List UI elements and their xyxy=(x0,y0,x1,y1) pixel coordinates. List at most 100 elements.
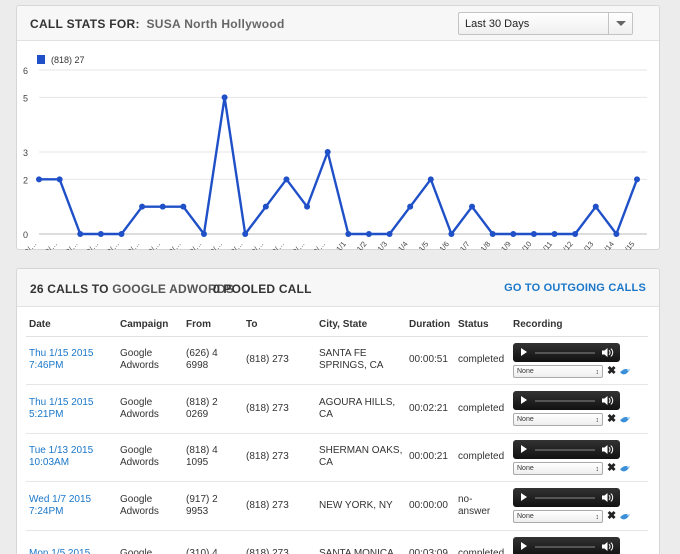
x-tick-label: 12/… xyxy=(123,240,141,250)
call-date-text: Thu 1/15 2015 xyxy=(29,396,94,408)
audio-player[interactable] xyxy=(513,342,620,362)
delete-icon[interactable]: ✖ xyxy=(607,414,616,425)
call-recording: None ↕ ✖ xyxy=(510,481,648,531)
pooled-count: 0 POOLED CALL xyxy=(213,282,312,296)
table-row: Thu 1/15 2015 7:46PM Google Adwords (626) … xyxy=(26,336,648,385)
call-date-link[interactable]: Mon 1/5 2015 xyxy=(29,548,117,554)
data-point xyxy=(510,231,517,237)
delete-icon[interactable]: ✖ xyxy=(607,462,616,474)
data-point xyxy=(407,203,414,210)
call-date-link[interactable]: Thu 1/15 2015 5:21PM xyxy=(29,397,117,421)
call-to: (818) 273 xyxy=(243,481,316,531)
data-point xyxy=(283,176,290,183)
play-icon[interactable] xyxy=(521,347,527,356)
call-recording: None ↕ ✖ xyxy=(510,336,648,385)
progress-bar[interactable] xyxy=(535,545,595,548)
play-icon[interactable] xyxy=(521,493,527,502)
call-date-link[interactable]: Tue 1/13 2015 10:03AM xyxy=(29,445,117,469)
call-status-text: completed xyxy=(458,402,505,414)
data-point xyxy=(592,203,599,210)
delete-icon[interactable]: ✖ xyxy=(607,365,616,377)
volume-icon[interactable] xyxy=(602,347,614,358)
play-icon[interactable] xyxy=(521,444,527,453)
progress-bar[interactable] xyxy=(535,448,595,451)
call-tag-select[interactable]: None ↕ xyxy=(513,364,603,378)
play-icon[interactable] xyxy=(521,396,527,405)
call-date-link[interactable]: Wed 1/7 2015 7:24PM xyxy=(29,494,117,518)
call-recording-text: None xyxy=(517,367,534,375)
call-city-text: SHERMAN OAKS, xyxy=(319,445,403,457)
data-point xyxy=(469,203,476,210)
data-point xyxy=(489,231,496,237)
bird-icon[interactable] xyxy=(619,511,631,522)
calls-count: 26 CALLS TO GOOGLE ADWORDS xyxy=(30,282,234,296)
progress-bar[interactable] xyxy=(535,400,595,403)
bird-icon[interactable] xyxy=(619,366,631,377)
call-recording-text: None xyxy=(517,513,534,521)
call-stats-panel: CALL STATS FOR: SUSA North Hollywood Las… xyxy=(16,5,660,250)
call-from: (818) 2 0269 xyxy=(183,384,243,434)
call-recording: None ↕ ✖ xyxy=(510,433,648,482)
call-duration: 00:00:21 xyxy=(406,433,455,482)
call-to: (818) 273 xyxy=(243,433,316,482)
call-date-text: 5:21PM xyxy=(29,408,64,420)
x-tick-label: 12/… xyxy=(268,240,286,250)
data-point xyxy=(221,94,228,101)
call-campaign-text: Google xyxy=(120,493,153,505)
volume-icon[interactable] xyxy=(602,492,614,503)
call-duration-text: 00:00:51 xyxy=(409,354,448,366)
data-point xyxy=(36,176,42,183)
data-point xyxy=(345,231,352,237)
data-point xyxy=(77,231,84,237)
x-tick-label: 1/5 xyxy=(417,240,431,250)
data-point xyxy=(200,231,207,237)
data-point xyxy=(97,231,104,237)
column-header: To xyxy=(243,314,316,337)
call-tag-select[interactable]: None ↕ xyxy=(513,461,603,475)
call-city-text: SANTA MONICA, xyxy=(319,548,397,554)
x-tick-label: 1/11 xyxy=(538,240,554,250)
play-icon[interactable] xyxy=(521,541,527,550)
call-status-text: no- xyxy=(458,493,473,505)
call-date: Thu 1/15 2015 5:21PM xyxy=(26,384,117,434)
call-from-text: (818) 2 xyxy=(186,396,218,408)
audio-player[interactable] xyxy=(513,439,620,459)
audio-player[interactable] xyxy=(513,391,620,411)
call-to-text: (818) 273 xyxy=(246,451,289,463)
call-to-text: (818) 273 xyxy=(246,354,289,366)
bird-icon[interactable] xyxy=(619,463,631,474)
x-tick-label: 12/… xyxy=(20,240,38,250)
call-from-text: (818) 4 xyxy=(186,445,218,457)
y-tick-label: 2 xyxy=(23,175,28,185)
data-point xyxy=(613,231,620,237)
volume-icon[interactable] xyxy=(602,541,614,552)
call-date-link[interactable]: Thu 1/15 2015 7:46PM xyxy=(29,348,117,372)
call-from-text: 0269 xyxy=(186,408,209,420)
call-tag-select[interactable]: None ↕ xyxy=(513,510,603,524)
call-from: (626) 4 6998 xyxy=(183,336,243,385)
progress-bar[interactable] xyxy=(535,497,595,500)
volume-icon[interactable] xyxy=(602,395,614,406)
x-tick-label: 1/12 xyxy=(558,240,574,250)
outgoing-calls-link[interactable]: GO TO OUTGOING CALLS xyxy=(504,282,646,294)
call-campaign-text: Google xyxy=(120,548,153,554)
call-from: (818) 4 1095 xyxy=(183,433,243,482)
call-campaign-text: Adwords xyxy=(120,457,159,469)
data-point xyxy=(572,231,579,237)
bird-icon[interactable] xyxy=(619,414,631,425)
data-point xyxy=(448,231,455,237)
audio-player[interactable] xyxy=(513,488,620,508)
audio-player[interactable] xyxy=(513,536,620,554)
progress-bar[interactable] xyxy=(535,351,595,354)
x-tick-label: 12/… xyxy=(226,240,244,250)
call-tag-select[interactable]: None ↕ xyxy=(513,413,603,427)
volume-icon[interactable] xyxy=(602,444,614,455)
x-tick-label: 12/… xyxy=(61,240,79,250)
delete-icon[interactable]: ✖ xyxy=(607,511,616,522)
call-recording-text: None xyxy=(517,416,534,424)
call-campaign: Google Adwords xyxy=(117,481,183,531)
call-from: (310) 4 xyxy=(183,530,243,554)
call-from-text: (310) 4 xyxy=(186,548,218,554)
date-range-select[interactable]: Last 30 Days xyxy=(458,12,633,35)
x-tick-label: 1/15 xyxy=(620,240,636,250)
